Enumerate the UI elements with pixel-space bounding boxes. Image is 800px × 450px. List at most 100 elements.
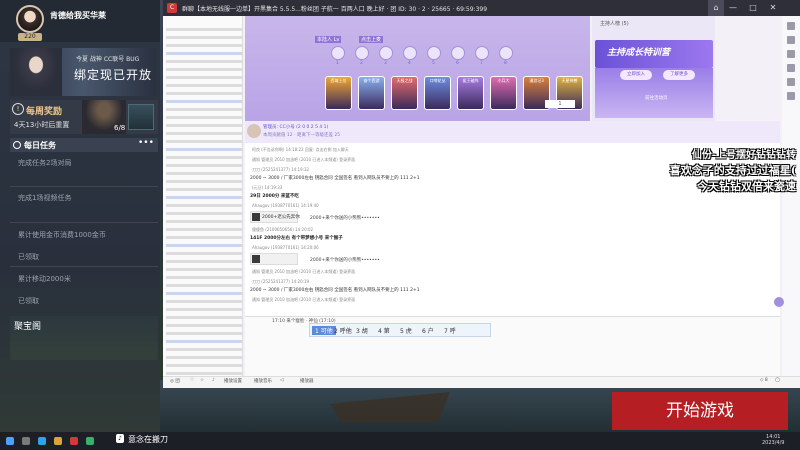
sidebar-row[interactable] xyxy=(166,132,242,135)
sidebar-row[interactable] xyxy=(166,140,242,143)
maximize-button[interactable]: □ xyxy=(745,0,761,16)
more-icon[interactable] xyxy=(787,92,795,100)
sidebar-row[interactable] xyxy=(166,228,242,231)
ime-candidate[interactable]: 4 第 xyxy=(378,326,390,335)
scroll-to-bottom-icon[interactable] xyxy=(774,297,784,307)
app-icon[interactable] xyxy=(86,437,94,445)
statusbar-item[interactable]: 播放器 xyxy=(300,378,314,384)
sidebar-row[interactable] xyxy=(166,244,242,247)
pinned-user-avatar[interactable] xyxy=(247,124,261,138)
mic-seat[interactable] xyxy=(427,46,441,60)
mic-seat[interactable] xyxy=(499,46,513,60)
sidebar-row[interactable] xyxy=(166,172,242,175)
streamer-avatar[interactable] xyxy=(16,5,44,33)
gift-card[interactable]: 西域上位 xyxy=(325,76,352,110)
folder-icon[interactable] xyxy=(54,437,62,445)
ime-candidate[interactable]: 1 可他 xyxy=(312,326,336,335)
ime-candidate[interactable]: 5 虎 xyxy=(400,326,412,335)
mic-seat[interactable] xyxy=(451,46,465,60)
gift-icon[interactable] xyxy=(787,78,795,86)
learn-more-button[interactable]: 了解更多 xyxy=(663,70,695,80)
task-item[interactable]: 完成1场视频任务 xyxy=(18,193,71,203)
browser-icon[interactable] xyxy=(38,437,46,445)
task-item[interactable]: 累计使用金币消费1000金币 xyxy=(18,230,106,240)
sidebar-row[interactable] xyxy=(166,292,242,295)
sidebar-row[interactable] xyxy=(166,356,242,359)
gift-card[interactable]: 口哨花丛 xyxy=(424,76,451,110)
statusbar-item[interactable]: 播放设置 xyxy=(224,378,242,384)
mic-seat[interactable] xyxy=(403,46,417,60)
sidebar-row[interactable] xyxy=(166,236,242,239)
sidebar-row[interactable] xyxy=(166,36,242,39)
statusbar-item[interactable]: ♡ xyxy=(190,378,194,383)
promo-banner[interactable]: 今夏 战神 CC联号 BUG 绑定现已开放 xyxy=(10,48,156,96)
sidebar-row[interactable] xyxy=(166,364,242,367)
statusbar-item[interactable]: ☆ xyxy=(200,378,204,383)
ime-candidate[interactable]: 2 呼他 xyxy=(334,326,352,335)
sidebar-row[interactable] xyxy=(166,220,242,223)
sidebar-row[interactable] xyxy=(166,212,242,215)
home-icon[interactable]: ⌂ xyxy=(708,0,724,16)
join-button[interactable]: 立即加入 xyxy=(620,70,652,80)
sidebar-row[interactable] xyxy=(166,28,242,31)
mic-seat[interactable] xyxy=(379,46,393,60)
sidebar-row[interactable] xyxy=(166,260,242,263)
gift-card[interactable]: 小兵大 xyxy=(490,76,517,110)
statusbar-item[interactable]: ◎ 团 xyxy=(170,378,180,384)
sidebar-row[interactable] xyxy=(166,52,242,55)
settings-icon[interactable] xyxy=(787,22,795,30)
sidebar-row[interactable] xyxy=(166,44,242,47)
sidebar-row[interactable] xyxy=(166,180,242,183)
sidebar-row[interactable] xyxy=(166,124,242,127)
close-button[interactable]: ✕ xyxy=(765,0,781,16)
sidebar-row[interactable] xyxy=(166,348,242,351)
share-icon[interactable] xyxy=(787,50,795,58)
gift-card[interactable]: 侯王破阵 xyxy=(457,76,484,110)
sidebar-row[interactable] xyxy=(166,340,242,343)
ime-candidate[interactable]: 7 呼 xyxy=(444,326,456,335)
statusbar-item[interactable]: ◯ xyxy=(775,378,780,383)
start-game-button[interactable]: 开始游戏 xyxy=(612,392,788,430)
sidebar-row[interactable] xyxy=(166,68,242,71)
sidebar-row[interactable] xyxy=(166,204,242,207)
message-icon[interactable] xyxy=(787,64,795,72)
sidebar-row[interactable] xyxy=(166,108,242,111)
gift-card[interactable]: 天极之战 xyxy=(391,76,418,110)
gift-card[interactable]: 奋个西游 xyxy=(358,76,385,110)
sidebar-row[interactable] xyxy=(166,332,242,335)
sidebar-row[interactable] xyxy=(166,76,242,79)
sidebar-row[interactable] xyxy=(166,284,242,287)
sidebar-row[interactable] xyxy=(166,84,242,87)
statusbar-item[interactable]: ◁ xyxy=(280,378,283,383)
app-icon[interactable] xyxy=(70,437,78,445)
sidebar-row[interactable] xyxy=(166,316,242,319)
sidebar-row[interactable] xyxy=(166,276,242,279)
sidebar-row[interactable] xyxy=(166,100,242,103)
sidebar-row[interactable] xyxy=(166,324,242,327)
more-options-button[interactable]: ••• xyxy=(138,138,154,148)
activity-page-link[interactable]: 前往活动页 xyxy=(645,95,668,101)
stage-label[interactable]: 点击上麦 xyxy=(359,36,384,43)
windows-start-icon[interactable] xyxy=(6,437,14,445)
sidebar-row[interactable] xyxy=(166,188,242,191)
sidebar-row[interactable] xyxy=(166,148,242,151)
ime-candidate[interactable]: 3 胡 xyxy=(356,326,368,335)
mic-seat[interactable] xyxy=(331,46,345,60)
sidebar-row[interactable] xyxy=(166,60,242,63)
sidebar-row[interactable] xyxy=(166,156,242,159)
sidebar-row[interactable] xyxy=(166,164,242,167)
quantity-stepper[interactable]: 1 xyxy=(545,100,575,108)
mic-seat[interactable] xyxy=(355,46,369,60)
sidebar-row[interactable] xyxy=(166,300,242,303)
minimize-button[interactable]: — xyxy=(725,0,741,16)
sidebar-row[interactable] xyxy=(166,92,242,95)
sidebar-row[interactable] xyxy=(166,308,242,311)
task-item[interactable]: 累计移动2000米 xyxy=(18,274,71,284)
statusbar-item[interactable]: ◇ 8 xyxy=(760,378,768,383)
ime-candidate[interactable]: 6 户 xyxy=(422,326,434,335)
search-icon[interactable] xyxy=(22,437,30,445)
mic-seat[interactable] xyxy=(475,46,489,60)
statusbar-item[interactable]: 播放音乐 xyxy=(254,378,272,384)
statusbar-item[interactable]: ♪ xyxy=(212,378,215,383)
members-icon[interactable] xyxy=(787,36,795,44)
